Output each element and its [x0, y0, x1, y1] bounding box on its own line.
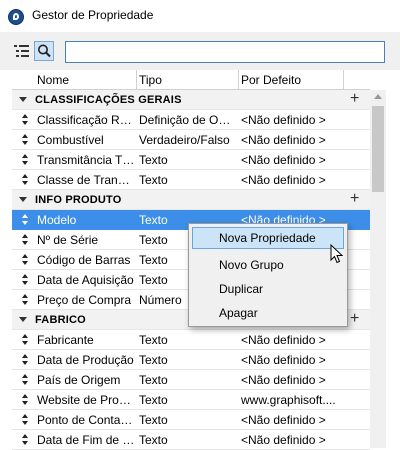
sort-handle-icon[interactable]: [21, 413, 29, 427]
property-row[interactable]: Ponto de Contacto Texto <Não definido >: [12, 410, 370, 430]
property-name: Nº de Série: [37, 233, 99, 247]
column-header-default[interactable]: Por Defeito: [241, 73, 301, 87]
add-property-icon[interactable]: +: [350, 190, 359, 208]
toolbar: [0, 32, 400, 70]
property-type: Texto: [139, 393, 168, 407]
search-icon[interactable]: [34, 41, 54, 61]
property-default: <Não definido >: [241, 153, 326, 167]
property-type: Texto: [139, 373, 168, 387]
sort-handle-icon[interactable]: [21, 373, 29, 387]
group-label: FABRICO: [35, 314, 86, 326]
sort-handle-icon[interactable]: [21, 253, 29, 267]
sort-handle-icon[interactable]: [21, 333, 29, 347]
mouse-cursor-icon: [330, 243, 344, 267]
property-default: <Não definido >: [241, 413, 326, 427]
property-name: Data de Aquisição: [37, 273, 134, 287]
menu-item-new-group[interactable]: Novo Grupo: [192, 254, 344, 276]
property-type: Texto: [139, 153, 168, 167]
property-name: Ponto de Contacto: [37, 413, 135, 427]
property-name: Classe de Transmi...: [37, 173, 135, 187]
property-default: <Não definido >: [241, 433, 326, 447]
column-header-name[interactable]: Nome: [37, 73, 69, 87]
group-header[interactable]: INFO PRODUTO +: [12, 190, 370, 210]
scroll-thumb[interactable]: [372, 106, 384, 192]
property-name: Data de Produção: [37, 353, 134, 367]
window-title: Gestor de Propriedade: [32, 8, 154, 22]
column-divider[interactable]: [136, 70, 137, 90]
property-name: Classificação Resi...: [37, 113, 135, 127]
property-name: Código de Barras: [37, 253, 131, 267]
group-label: CLASSIFICAÇÕES GERAIS: [35, 94, 182, 106]
sort-handle-icon[interactable]: [21, 173, 29, 187]
property-name: Modelo: [37, 213, 77, 227]
property-row[interactable]: Data de Fim de G... Texto <Não definido …: [12, 430, 370, 450]
property-type: Verdadeiro/Falso: [139, 133, 230, 147]
column-divider[interactable]: [343, 70, 344, 90]
sort-handle-icon[interactable]: [21, 273, 29, 287]
sort-handle-icon[interactable]: [21, 353, 29, 367]
menu-item-delete[interactable]: Apagar: [192, 302, 344, 324]
list-view-icon[interactable]: [12, 41, 32, 61]
property-type: Definição de Opç...: [139, 113, 237, 127]
property-name: Data de Fim de G...: [37, 433, 135, 447]
collapse-triangle-icon[interactable]: [19, 197, 27, 202]
sort-handle-icon[interactable]: [21, 293, 29, 307]
property-default: <Não definido >: [241, 353, 326, 367]
title-bar: Gestor de Propriedade: [0, 0, 400, 32]
property-row[interactable]: Classe de Transmi... Texto <Não definido…: [12, 170, 370, 190]
menu-item-duplicate[interactable]: Duplicar: [192, 278, 344, 300]
column-header-type[interactable]: Tipo: [139, 73, 162, 87]
property-name: Combustível: [37, 133, 104, 147]
property-type: Texto: [139, 413, 168, 427]
property-name: Fabricante: [37, 333, 94, 347]
sort-handle-icon[interactable]: [21, 113, 29, 127]
sort-handle-icon[interactable]: [21, 393, 29, 407]
property-type: Texto: [139, 433, 168, 447]
property-name: País de Origem: [37, 373, 121, 387]
column-divider[interactable]: [238, 70, 239, 90]
property-default: www.graphisoft....: [241, 393, 336, 407]
property-type: Texto: [139, 353, 168, 367]
scroll-up-icon[interactable]: [374, 94, 382, 99]
app-icon: [8, 9, 24, 25]
add-property-icon[interactable]: +: [350, 90, 359, 108]
search-input[interactable]: [65, 41, 385, 63]
vertical-scrollbar[interactable]: [370, 90, 386, 448]
property-default: <Não definido >: [241, 133, 326, 147]
property-row[interactable]: Transmitância Tér... Texto <Não definido…: [12, 150, 370, 170]
collapse-triangle-icon[interactable]: [19, 317, 27, 322]
property-name: Preço de Compra: [37, 293, 132, 307]
column-header: Nome Tipo Por Defeito: [12, 70, 370, 90]
property-name: Website de Prod...: [37, 393, 135, 407]
property-default: <Não definido >: [241, 333, 326, 347]
property-row[interactable]: Combustível Verdadeiro/Falso <Não defini…: [12, 130, 370, 150]
group-label: INFO PRODUTO: [35, 194, 122, 206]
property-row[interactable]: Website de Prod... Texto www.graphisoft.…: [12, 390, 370, 410]
sort-handle-icon[interactable]: [21, 433, 29, 447]
property-name: Transmitância Tér...: [37, 153, 135, 167]
sort-handle-icon[interactable]: [21, 153, 29, 167]
property-default: <Não definido >: [241, 373, 326, 387]
property-type: Texto: [139, 333, 168, 347]
property-default: <Não definido >: [241, 173, 326, 187]
sort-handle-icon[interactable]: [21, 213, 29, 227]
property-row[interactable]: Fabricante Texto <Não definido >: [12, 330, 370, 350]
group-header[interactable]: CLASSIFICAÇÕES GERAIS +: [12, 90, 370, 110]
sort-handle-icon[interactable]: [21, 133, 29, 147]
sort-handle-icon[interactable]: [21, 233, 29, 247]
property-row[interactable]: Classificação Resi... Definição de Opç..…: [12, 110, 370, 130]
context-menu: Nova Propriedade Novo Grupo Duplicar Apa…: [188, 223, 348, 327]
property-row[interactable]: País de Origem Texto <Não definido >: [12, 370, 370, 390]
property-type: Texto: [139, 173, 168, 187]
property-default: <Não definido >: [241, 113, 326, 127]
collapse-triangle-icon[interactable]: [19, 97, 27, 102]
property-row[interactable]: Data de Produção Texto <Não definido >: [12, 350, 370, 370]
menu-item-new-property[interactable]: Nova Propriedade: [192, 227, 344, 249]
add-property-icon[interactable]: +: [350, 310, 359, 328]
